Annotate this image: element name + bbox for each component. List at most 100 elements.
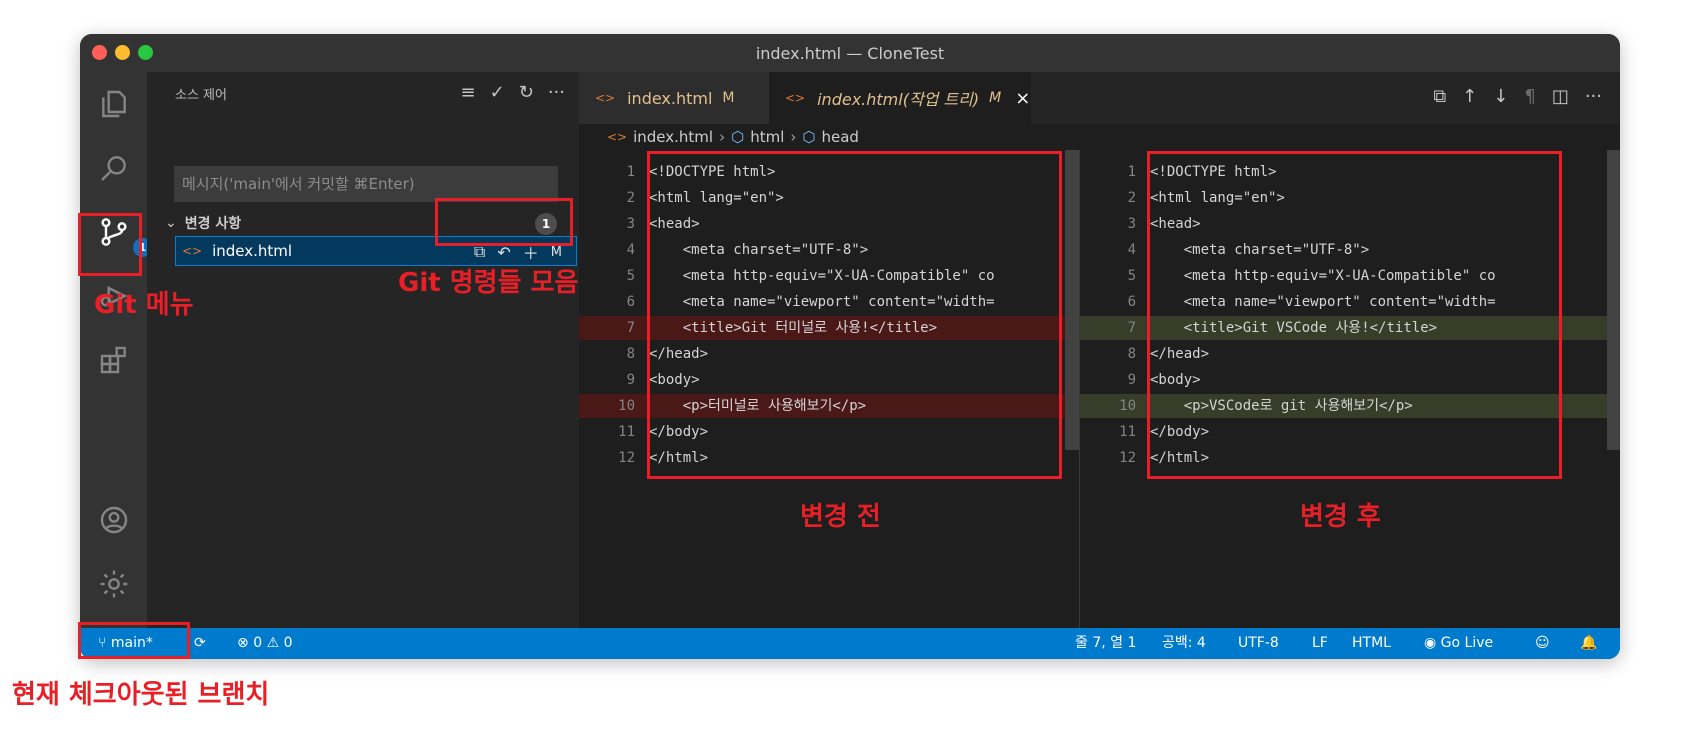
source-control-panel: 소스 제어 ≡ ✓ ↻ ··· 메시지('main'에서 커밋할 ⌘Enter)… [147, 72, 579, 628]
line-number: 11 [1119, 424, 1136, 440]
git-commands-annotation: Git 명령들 모음 [398, 268, 579, 298]
bell-icon[interactable]: 🔔 [1580, 628, 1597, 659]
line-number: 12 [618, 450, 635, 466]
tab-index-html[interactable]: <> index.html M [579, 72, 769, 124]
encoding[interactable]: UTF-8 [1238, 628, 1279, 659]
commit-check-icon[interactable]: ✓ [490, 82, 505, 103]
gear-icon[interactable] [98, 568, 130, 600]
status-bar: ⑂ main* ⟳ ⊗ 0 ⚠ 0 줄 7, 열 1 공백: 4 UTF-8 L… [80, 628, 1620, 659]
html-file-icon: <> [785, 91, 806, 105]
after-annotation: 변경 후 [1300, 502, 1381, 532]
language-mode[interactable]: HTML [1352, 628, 1391, 659]
sync-icon[interactable]: ⟳ [194, 628, 206, 659]
chevron-right-icon: › [719, 128, 726, 146]
refresh-icon[interactable]: ↻ [519, 82, 534, 103]
panel-toolbar: ≡ ✓ ↻ ··· [461, 82, 565, 103]
problems-indicator[interactable]: ⊗ 0 ⚠ 0 [237, 628, 293, 659]
changes-label: 변경 사항 [184, 216, 242, 232]
tab-label: index.html(작업 트리) [817, 90, 980, 109]
split-editor-icon[interactable]: ◫ [1552, 86, 1569, 107]
line-ending[interactable]: LF [1312, 628, 1328, 659]
breadcrumb: <> index.html › ⬡ html › ⬡ head [579, 124, 1620, 150]
explorer-icon[interactable] [98, 88, 130, 120]
html-file-icon: <> [595, 91, 616, 105]
feedback-icon[interactable]: ☺ [1535, 628, 1550, 659]
previous-change-icon[interactable]: ↑ [1462, 86, 1477, 107]
line-number: 7 [1127, 320, 1136, 336]
line-number: 10 [1119, 398, 1136, 414]
line-number: 1 [626, 164, 635, 180]
line-number: 6 [1127, 294, 1136, 310]
symbol-icon: ⬡ [731, 128, 745, 146]
line-number: 6 [626, 294, 635, 310]
line-number: 1 [1127, 164, 1136, 180]
tab-status: M [989, 90, 1002, 106]
tab-status: M [722, 90, 735, 106]
panel-title: 소스 제어 [175, 88, 227, 103]
line-number: 4 [1127, 242, 1136, 258]
close-window-button[interactable] [92, 45, 107, 60]
cursor-position[interactable]: 줄 7, 열 1 [1075, 628, 1136, 659]
scrollbar[interactable] [1607, 150, 1620, 450]
before-highlight [647, 151, 1062, 479]
line-number: 10 [618, 398, 635, 414]
open-file-icon[interactable]: ⧉ [1433, 86, 1446, 107]
tab-label: index.html [627, 88, 713, 108]
line-number: 3 [1127, 216, 1136, 232]
line-number: 8 [1127, 346, 1136, 362]
branch-highlight [78, 622, 190, 659]
chevron-right-icon: › [790, 128, 797, 146]
branch-annotation: 현재 체크아웃된 브랜치 [12, 680, 270, 710]
git-commands-highlight [435, 198, 573, 246]
error-icon: ⊗ [237, 635, 249, 651]
line-number: 8 [626, 346, 635, 362]
line-number: 5 [1127, 268, 1136, 284]
line-number: 5 [626, 268, 635, 284]
view-as-tree-icon[interactable]: ≡ [461, 82, 476, 103]
git-menu-highlight [78, 213, 142, 276]
line-number: 11 [618, 424, 635, 440]
error-count: 0 [253, 635, 263, 651]
warning-count: 0 [283, 635, 293, 651]
commit-message-input[interactable]: 메시지('main'에서 커밋할 ⌘Enter) [174, 166, 558, 202]
chevron-down-icon: ⌄ [165, 215, 177, 231]
close-icon[interactable]: × [1015, 88, 1030, 109]
traffic-lights [92, 45, 153, 60]
line-number: 3 [626, 216, 635, 232]
line-number: 4 [626, 242, 635, 258]
more-actions-icon[interactable]: ··· [1585, 86, 1602, 107]
scrollbar[interactable] [1065, 150, 1079, 450]
broadcast-icon: ◉ [1424, 635, 1437, 651]
title-bar: index.html — CloneTest [80, 34, 1620, 72]
accounts-icon[interactable] [98, 504, 130, 536]
search-icon[interactable] [98, 152, 130, 184]
breadcrumb-html[interactable]: html [750, 128, 784, 146]
toggle-whitespace-icon[interactable]: ¶ [1524, 86, 1535, 107]
go-live-button[interactable]: ◉ Go Live [1424, 628, 1493, 659]
after-highlight [1147, 151, 1562, 479]
extensions-icon[interactable] [98, 344, 130, 376]
breadcrumb-head[interactable]: head [821, 128, 858, 146]
maximize-window-button[interactable] [138, 45, 153, 60]
activity-bar: 1 [80, 72, 152, 628]
warning-icon: ⚠ [266, 635, 280, 651]
html-file-icon: <> [607, 130, 628, 144]
go-live-label: Go Live [1440, 635, 1494, 651]
next-change-icon[interactable]: ↓ [1493, 86, 1508, 107]
file-status: M [550, 244, 562, 260]
before-annotation: 변경 전 [800, 502, 881, 532]
git-menu-annotation: Git 메뉴 [94, 290, 194, 320]
editor-tab-bar: <> index.html M <> index.html(작업 트리) M ×… [579, 72, 1620, 124]
breadcrumb-file[interactable]: index.html [633, 128, 713, 146]
line-number: 2 [626, 190, 635, 206]
minimize-window-button[interactable] [115, 45, 130, 60]
line-number: 12 [1119, 450, 1136, 466]
changed-file-name: index.html [212, 242, 293, 260]
symbol-icon: ⬡ [802, 128, 816, 146]
indentation[interactable]: 공백: 4 [1162, 628, 1206, 659]
more-actions-icon[interactable]: ··· [548, 82, 565, 103]
html-file-icon: <> [182, 244, 203, 258]
line-number: 2 [1127, 190, 1136, 206]
tab-index-html-working-tree[interactable]: <> index.html(작업 트리) M × [769, 72, 1031, 124]
line-number: 9 [1127, 372, 1136, 388]
